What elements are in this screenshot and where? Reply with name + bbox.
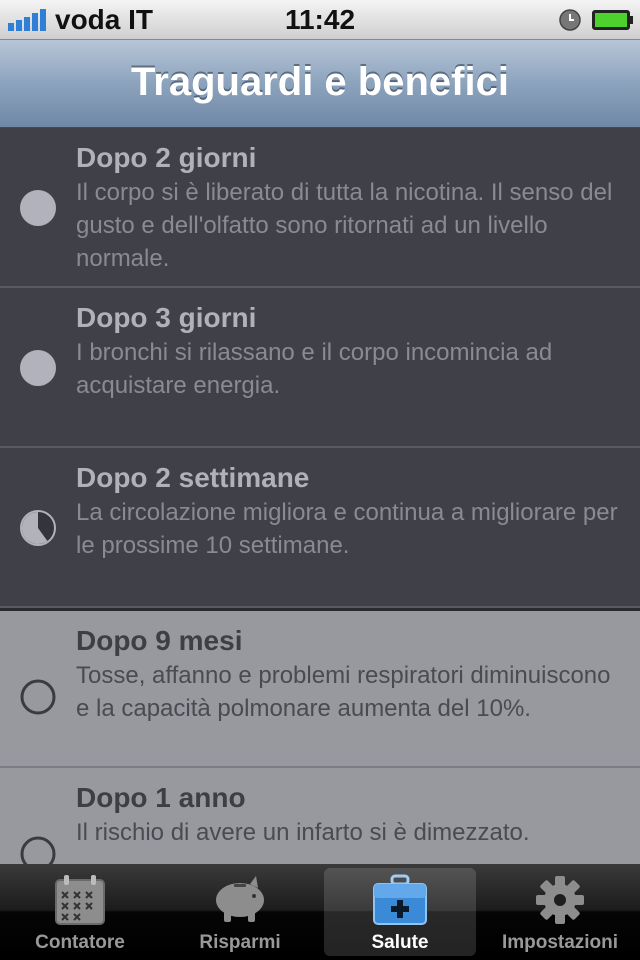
calendar-icon (55, 875, 105, 925)
tab-label: Contatore (35, 932, 125, 953)
progress-empty-icon (20, 679, 56, 715)
tab-label: Impostazioni (501, 932, 619, 953)
progress-full-icon (20, 190, 56, 226)
milestone-description: La circolazione migliora e continua a mi… (76, 499, 618, 559)
first-aid-kit-icon (373, 874, 427, 925)
milestone-description: Il corpo si è liberato di tutta la nicot… (76, 179, 613, 272)
milestone-title: Dopo 2 giorni (76, 142, 257, 173)
status-time: 11:42 (284, 4, 356, 35)
navigation-bar: Traguardi e benefici (0, 40, 640, 128)
milestone-row[interactable]: Dopo 2 settimane La circolazione migliora… (0, 448, 640, 608)
milestone-row[interactable]: Dopo 3 giorni I bronchi si rilassano e il… (0, 288, 640, 448)
tab-risparmi[interactable]: Risparmi (160, 864, 320, 960)
milestone-description: Il rischio di avere un infarto si è dime… (76, 819, 530, 846)
progress-full-icon (20, 350, 56, 386)
milestone-title: Dopo 1 anno (76, 782, 246, 813)
milestone-row[interactable]: Dopo 1 anno Il rischio di avere un infart… (0, 768, 640, 864)
gear-icon (536, 876, 584, 924)
tab-bar: Contatore Risparmi Salute Impostazioni (0, 864, 640, 960)
milestone-list[interactable]: Dopo 2 giorni Il corpo si è liberato di t… (0, 128, 640, 864)
piggy-bank-icon (216, 876, 264, 922)
progress-empty-icon (20, 836, 56, 864)
status-bar: voda IT 11:42 (0, 0, 640, 40)
milestone-description: I bronchi si rilassano e il corpo incomi… (76, 339, 553, 399)
tab-label: Risparmi (199, 932, 281, 953)
tab-impostazioni[interactable]: Impostazioni (480, 864, 640, 960)
milestone-row[interactable]: Dopo 9 mesi Tosse, affanno e problemi res… (0, 608, 640, 768)
page-title: Traguardi e benefici (131, 60, 509, 104)
alarm-clock-icon (559, 9, 581, 31)
battery-icon (592, 10, 633, 30)
tab-label: Salute (371, 932, 429, 953)
milestone-title: Dopo 3 giorni (76, 302, 257, 333)
progress-partial-icon (20, 510, 56, 546)
milestone-description: Tosse, affanno e problemi respiratori di… (76, 662, 611, 722)
milestone-title: Dopo 2 settimane (76, 462, 310, 493)
milestone-title: Dopo 9 mesi (76, 625, 243, 656)
tab-contatore[interactable]: Contatore (0, 864, 160, 960)
milestone-row[interactable]: Dopo 2 giorni Il corpo si è liberato di t… (0, 128, 640, 288)
tab-salute[interactable]: Salute (320, 864, 480, 960)
